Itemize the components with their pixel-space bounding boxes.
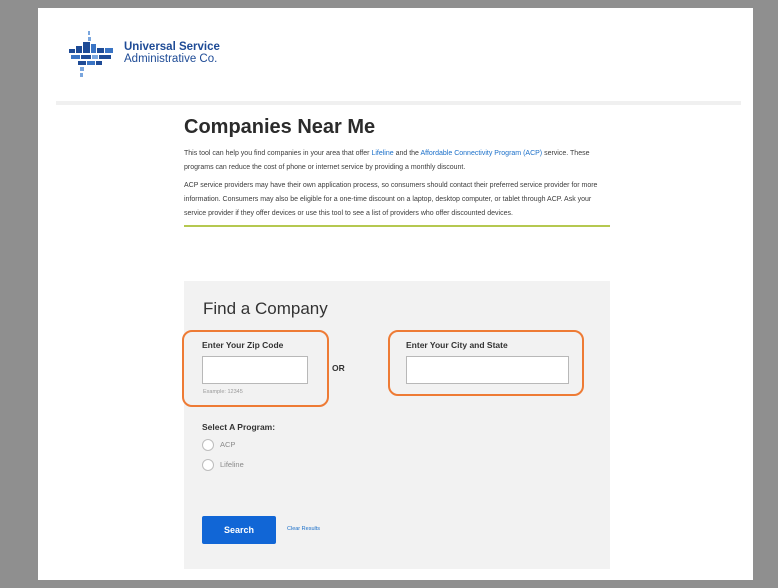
program-label: Select A Program: <box>202 422 276 432</box>
zip-label: Enter Your Zip Code <box>202 340 284 350</box>
acp-info-paragraph: ACP service providers may have their own… <box>184 182 598 217</box>
city-state-input[interactable] <box>406 356 569 384</box>
page-title: Companies Near Me <box>184 116 376 138</box>
lifeline-radio[interactable] <box>202 459 214 471</box>
usac-logo[interactable]: Universal Service Administrative Co. <box>66 28 266 78</box>
acp-radio[interactable] <box>202 439 214 451</box>
intro-text-1: This tool can help you find companies in… <box>184 150 372 157</box>
lifeline-link[interactable]: Lifeline <box>371 150 393 157</box>
section-divider <box>184 225 610 227</box>
or-separator: OR <box>332 363 345 373</box>
intro-text-2: and the <box>393 150 421 157</box>
intro-paragraph: This tool can help you find companies in… <box>184 147 610 175</box>
main-content: Companies Near Me This tool can help you… <box>184 106 610 227</box>
lifeline-label: Lifeline <box>220 460 244 469</box>
clear-results-link[interactable]: Clear Results <box>287 526 320 532</box>
find-company-title: Find a Company <box>203 299 328 318</box>
header-divider <box>56 101 741 105</box>
logo-text: Universal Service Administrative Co. <box>124 41 220 65</box>
zip-code-input[interactable] <box>202 356 308 384</box>
zip-hint: Example: 12345 <box>203 389 243 395</box>
search-button[interactable]: Search <box>202 516 276 544</box>
logo-line-2: Administrative Co. <box>124 53 218 65</box>
logo-line-1: Universal Service <box>124 41 220 53</box>
find-company-card: Find a Company Enter Your Zip Code Examp… <box>182 281 610 569</box>
acp-link[interactable]: Affordable Connectivity Program (ACP) <box>420 150 542 157</box>
usac-logo-icon <box>69 31 113 77</box>
acp-label: ACP <box>220 440 236 449</box>
city-label: Enter Your City and State <box>406 340 508 350</box>
